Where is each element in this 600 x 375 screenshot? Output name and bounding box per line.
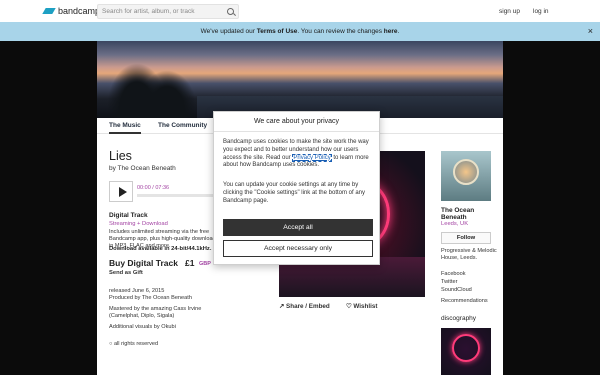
search-icon[interactable] [227, 8, 234, 15]
link-soundcloud[interactable]: SoundCloud [441, 287, 472, 294]
link-twitter[interactable]: Twitter [441, 279, 457, 286]
discography-heading: discography [441, 315, 477, 322]
rights-text: ○ all rights reserved [109, 341, 158, 347]
cookie-dialog-title: We care about your privacy [214, 112, 379, 132]
login-link[interactable]: log in [533, 8, 549, 15]
follow-button[interactable]: Follow [441, 232, 491, 244]
rights-label: all rights reserved [113, 341, 159, 347]
bandcamp-logo[interactable]: bandcamp [42, 6, 101, 16]
buy-digital-track-button[interactable]: Buy Digital Track [109, 258, 178, 268]
top-bar: bandcamp sign up log in [0, 0, 600, 22]
bandcamp-logo-icon [42, 8, 56, 14]
search-input[interactable] [102, 8, 222, 15]
artist-header-image [97, 41, 503, 118]
banner-prefix: We've updated our [200, 28, 255, 35]
stream-download-link[interactable]: Streaming + Download [109, 221, 168, 227]
mastered-credit: Mastered by the amazing Cass Irvine (Cam… [109, 306, 202, 319]
privacy-policy-link[interactable]: Privacy Policy [292, 153, 332, 162]
visuals-credit: Additional visuals by Okubi [109, 324, 176, 330]
discography-neon-ring [452, 334, 480, 362]
download-note: Download available in 24-bit/44.1kHz. [109, 246, 212, 252]
wishlist-label: Wishlist [353, 303, 378, 310]
tab-the-music[interactable]: The Music [109, 122, 141, 134]
banner-here-link[interactable]: here [384, 28, 398, 35]
heart-icon: ♡ [346, 303, 352, 310]
accept-all-button[interactable]: Accept all [223, 219, 373, 236]
banner-middle: . You can review the changes [297, 28, 382, 35]
cookie-paragraph-2: You can update your cookie settings at a… [223, 182, 365, 204]
banner-suffix: . [397, 28, 400, 35]
artist-photo[interactable] [441, 151, 491, 201]
logo-text: bandcamp [58, 6, 101, 16]
link-facebook[interactable]: Facebook [441, 271, 466, 278]
cookie-paragraph-1: Bandcamp uses cookies to make the site w… [223, 139, 373, 170]
send-as-gift-button[interactable]: Send as Gift [109, 270, 143, 276]
copyright-icon: ○ [109, 341, 113, 347]
share-label: Share / Embed [286, 303, 330, 310]
search-box [97, 4, 239, 19]
recommendations-link[interactable]: Recommendations [441, 298, 488, 305]
share-icon: ↗ [279, 303, 285, 310]
terms-link[interactable]: Terms of Use [257, 28, 298, 35]
price: £1 [185, 258, 195, 268]
cookie-consent-dialog: We care about your privacy Bandcamp uses… [213, 111, 380, 265]
artist-photo-orb [453, 159, 479, 185]
hero-palm [137, 70, 197, 118]
artist-name[interactable]: The Ocean Beneath [441, 207, 501, 221]
wishlist-button[interactable]: ♡ Wishlist [346, 303, 378, 310]
play-icon [119, 187, 127, 197]
terms-banner: We've updated our Terms of Use. You can … [0, 22, 600, 41]
format-label: Digital Track [109, 212, 148, 219]
produced-credit: Produced by The Ocean Beneath [109, 295, 192, 301]
track-title: Lies [109, 149, 132, 163]
currency: GBP [199, 261, 211, 267]
play-button[interactable] [109, 181, 133, 202]
close-icon[interactable]: × [588, 27, 593, 36]
artist-genre: Progressive & Melodic House, Leeds. [441, 248, 497, 261]
discography-item[interactable] [441, 328, 491, 375]
progress-bar[interactable] [137, 194, 217, 197]
artist-location: Leeds, UK [441, 221, 469, 227]
release-date: released June 6, 2015 [109, 288, 165, 294]
tab-the-community[interactable]: The Community [158, 122, 207, 129]
track-time: 00:00 / 07:36 [137, 185, 170, 191]
track-byline[interactable]: by The Ocean Beneath [109, 165, 176, 172]
accept-necessary-button[interactable]: Accept necessary only [223, 240, 373, 257]
signup-link[interactable]: sign up [499, 8, 520, 15]
share-embed-button[interactable]: ↗ Share / Embed [279, 303, 330, 310]
